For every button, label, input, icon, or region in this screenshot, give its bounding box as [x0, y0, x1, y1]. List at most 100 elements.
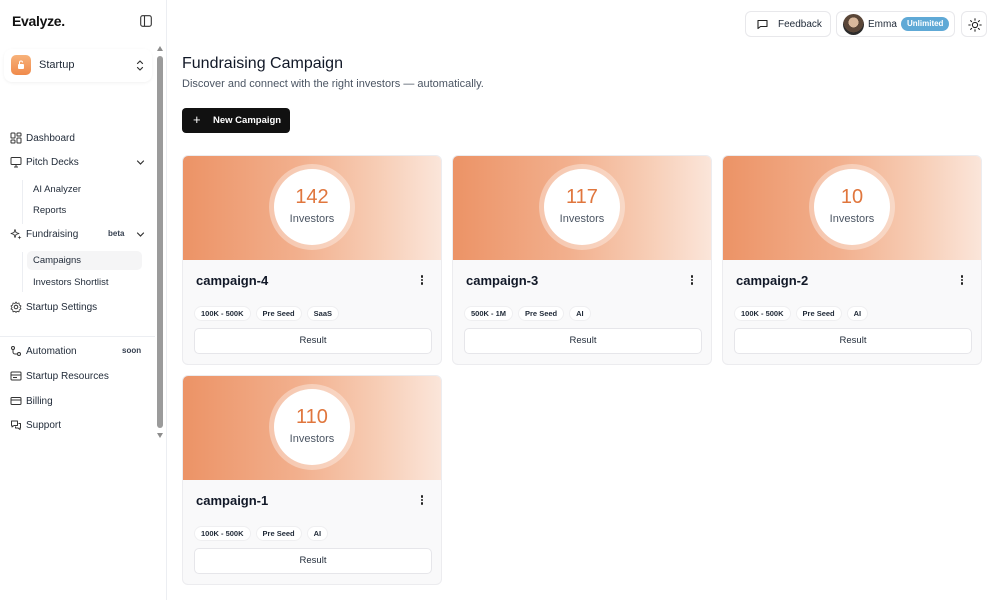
new-campaign-label: New Campaign	[213, 115, 282, 126]
sub-nav-rail	[22, 180, 23, 224]
tag-funding-range: 100K - 500K	[194, 526, 251, 541]
plan-badge: Unlimited	[901, 17, 950, 31]
sidebar-subitem-reports[interactable]: Reports	[27, 201, 142, 220]
result-label: Result	[299, 555, 327, 566]
tag-sector: AI	[569, 306, 591, 321]
investor-count-circle: 142 Investors	[274, 169, 350, 245]
investor-count-label: Investors	[829, 213, 875, 225]
investor-count: 10	[840, 186, 864, 208]
investor-count: 110	[296, 406, 328, 428]
sidebar-header: Evalyze.	[0, 0, 167, 44]
sidebar-item-label: Startup Resources	[26, 371, 109, 382]
plus-icon: +	[193, 112, 201, 127]
sidebar-item-support[interactable]: Support	[0, 415, 155, 437]
soon-badge: soon	[122, 346, 142, 355]
sub-nav-rail	[22, 252, 23, 292]
campaign-card: 142 Investors campaign-4 100K - 500K Pre …	[182, 155, 442, 365]
sidebar-toggle-icon[interactable]	[140, 15, 152, 27]
page-subtitle: Discover and connect with the right inve…	[182, 78, 484, 90]
scrollbar-thumb[interactable]	[157, 56, 163, 428]
sidebar-item-label: Dashboard	[26, 133, 75, 144]
investor-count-label: Investors	[559, 213, 605, 225]
sidebar: Evalyze. Startup Dashboard Pitch Decks A…	[0, 0, 167, 600]
card-hero: 117 Investors	[453, 156, 711, 260]
sidebar-subitem-label: Investors Shortlist	[33, 277, 109, 288]
sidebar-item-fundraising[interactable]: Fundraising beta	[0, 224, 155, 246]
campaign-card: 10 Investors campaign-2 100K - 500K Pre S…	[722, 155, 982, 365]
chevron-down-icon	[136, 232, 145, 237]
sidebar-item-pitch-decks[interactable]: Pitch Decks	[0, 152, 155, 174]
tag-list: 500K - 1M Pre Seed AI	[464, 303, 596, 321]
message-square-icon	[757, 19, 768, 30]
tag-stage: Pre Seed	[795, 306, 842, 321]
card-hero: 142 Investors	[183, 156, 441, 260]
investor-count-label: Investors	[289, 433, 335, 445]
sidebar-item-label: Fundraising	[26, 229, 79, 240]
theme-toggle-button[interactable]	[961, 11, 987, 37]
new-campaign-button[interactable]: + New Campaign	[182, 108, 290, 133]
sidebar-item-label: Startup Settings	[26, 302, 98, 313]
more-vertical-icon[interactable]	[417, 274, 427, 288]
result-label: Result	[839, 335, 867, 346]
startup-avatar	[11, 55, 31, 75]
startup-switcher[interactable]: Startup	[4, 49, 152, 82]
presentation-icon	[10, 157, 22, 168]
tag-sector: SaaS	[306, 306, 339, 321]
more-vertical-icon[interactable]	[687, 274, 697, 288]
sun-icon	[968, 18, 982, 32]
chevrons-up-down-icon	[136, 60, 144, 71]
sidebar-item-label: Pitch Decks	[26, 157, 79, 168]
sidebar-item-startup-resources[interactable]: Startup Resources	[0, 366, 155, 388]
startup-logo-icon	[18, 60, 24, 69]
tag-funding-range: 100K - 500K	[734, 306, 791, 321]
tag-list: 100K - 500K Pre Seed AI	[734, 303, 873, 321]
card-hero: 10 Investors	[723, 156, 981, 260]
campaign-card: 117 Investors campaign-3 500K - 1M Pre Se…	[452, 155, 712, 365]
sidebar-subitem-label: AI Analyzer	[33, 184, 82, 195]
feedback-button[interactable]: Feedback	[745, 11, 831, 37]
campaign-name: campaign-1	[196, 493, 269, 508]
campaign-card: 110 Investors campaign-1 100K - 500K Pre …	[182, 375, 442, 585]
campaign-name: campaign-2	[736, 273, 809, 288]
avatar	[843, 14, 864, 35]
tag-sector: AI	[846, 306, 869, 321]
investor-count-label: Investors	[289, 213, 335, 225]
startup-name: Startup	[39, 59, 75, 71]
scroll-down-arrow[interactable]	[157, 433, 163, 438]
sidebar-subitem-investors-shortlist[interactable]: Investors Shortlist	[27, 273, 142, 292]
scroll-up-arrow[interactable]	[157, 46, 163, 51]
result-button[interactable]: Result	[194, 548, 432, 574]
user-menu-button[interactable]: Emma Unlimited	[836, 11, 955, 37]
result-button[interactable]: Result	[194, 328, 432, 354]
automation-icon	[11, 346, 21, 356]
user-name: Emma	[868, 19, 897, 30]
result-button[interactable]: Result	[464, 328, 702, 354]
sparkles-icon	[10, 229, 22, 240]
sidebar-item-startup-settings[interactable]: Startup Settings	[0, 297, 155, 319]
more-vertical-icon[interactable]	[957, 274, 967, 288]
tag-funding-range: 500K - 1M	[464, 306, 514, 321]
app-logo: Evalyze.	[12, 13, 65, 29]
dashboard-icon	[10, 132, 22, 144]
sidebar-subitem-ai-analyzer[interactable]: AI Analyzer	[27, 180, 142, 199]
investor-count: 117	[566, 186, 598, 208]
sidebar-item-dashboard[interactable]: Dashboard	[0, 128, 155, 150]
campaign-name: campaign-4	[196, 273, 269, 288]
tag-stage: Pre Seed	[255, 306, 302, 321]
sidebar-subitem-label: Campaigns	[33, 255, 82, 266]
sidebar-item-automation[interactable]: Automation soon	[0, 341, 155, 363]
sidebar-subitem-campaigns[interactable]: Campaigns	[27, 251, 142, 270]
sidebar-subitem-label: Reports	[33, 205, 67, 216]
resources-icon	[10, 371, 22, 381]
investor-count-circle: 10 Investors	[814, 169, 890, 245]
result-label: Result	[569, 335, 597, 346]
more-vertical-icon[interactable]	[417, 494, 427, 508]
tag-funding-range: 100K - 500K	[194, 306, 251, 321]
result-button[interactable]: Result	[734, 328, 972, 354]
campaign-name: campaign-3	[466, 273, 539, 288]
card-hero: 110 Investors	[183, 376, 441, 480]
tag-list: 100K - 500K Pre Seed AI	[194, 523, 333, 541]
sidebar-divider	[0, 336, 155, 337]
chevron-down-icon	[136, 160, 145, 165]
sidebar-item-billing[interactable]: Billing	[0, 391, 155, 413]
